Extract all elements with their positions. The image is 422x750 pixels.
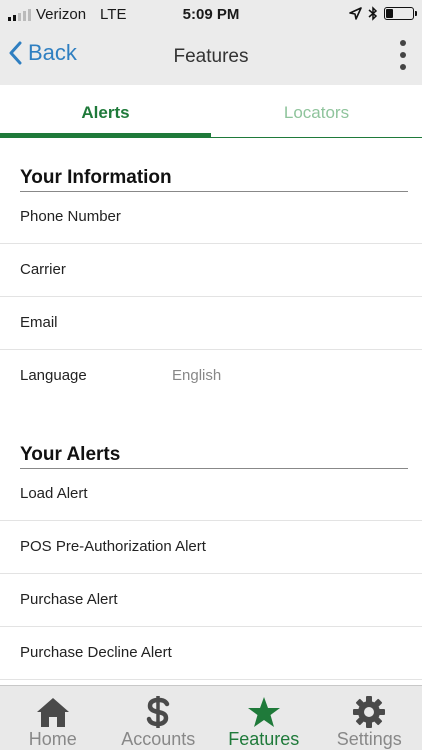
- gear-icon: [352, 694, 386, 729]
- info-row-phone-number[interactable]: Phone Number: [0, 191, 422, 244]
- tab-bar-accounts[interactable]: Accounts: [106, 686, 212, 750]
- star-icon: [247, 694, 281, 729]
- tab-alerts[interactable]: Alerts: [0, 85, 211, 138]
- status-right: [349, 6, 417, 21]
- row-label: Load Alert: [20, 485, 88, 502]
- section-title-your-alerts: Your Alerts: [20, 444, 121, 465]
- tab-bar-home[interactable]: Home: [0, 686, 106, 750]
- more-vertical-icon: [400, 40, 406, 46]
- info-row-language[interactable]: Language English: [0, 350, 422, 403]
- navigation-bar: Back Features: [0, 30, 422, 85]
- row-label: POS Pre-Authorization Alert: [20, 538, 206, 555]
- info-row-email[interactable]: Email: [0, 297, 422, 350]
- row-label: Purchase Decline Alert: [20, 644, 172, 661]
- row-label: Email: [20, 314, 58, 331]
- location-icon: [349, 7, 362, 20]
- segmented-tabs: Alerts Locators: [0, 85, 422, 138]
- tab-bar-settings[interactable]: Settings: [317, 686, 422, 750]
- tab-locators[interactable]: Locators: [211, 85, 422, 137]
- home-icon: [36, 694, 70, 729]
- bottom-tab-bar: Home Accounts Features Settings: [0, 685, 422, 750]
- tab-bar-label: Home: [28, 729, 77, 749]
- battery-level: [386, 9, 393, 18]
- more-options-button[interactable]: [398, 40, 408, 70]
- alert-row-load[interactable]: Load Alert: [0, 468, 422, 521]
- section-title-your-information: Your Information: [20, 167, 172, 188]
- page-title: Features: [173, 46, 249, 67]
- tab-bar-features[interactable]: Features: [211, 686, 317, 750]
- info-row-carrier[interactable]: Carrier: [0, 244, 422, 297]
- tab-bar-label: Features: [228, 729, 300, 749]
- alert-row-pos-pre-authorization[interactable]: POS Pre-Authorization Alert: [0, 521, 422, 574]
- alert-row-purchase-decline[interactable]: Purchase Decline Alert: [0, 627, 422, 680]
- status-bar: Verizon LTE 5:09 PM: [0, 0, 422, 30]
- row-label: Purchase Alert: [20, 591, 118, 608]
- language-value: English: [172, 367, 222, 384]
- tab-bar-label: Settings: [336, 729, 402, 749]
- row-label: Carrier: [20, 261, 66, 278]
- bluetooth-icon: [368, 6, 378, 21]
- tab-bar-label: Accounts: [121, 729, 196, 749]
- alerts-content: Your Information Phone Number Carrier Em…: [0, 138, 422, 685]
- battery-icon: [384, 7, 417, 20]
- row-label: Language: [20, 367, 87, 384]
- row-label: Phone Number: [20, 208, 121, 225]
- dollar-icon: [145, 694, 171, 729]
- alert-row-purchase[interactable]: Purchase Alert: [0, 574, 422, 627]
